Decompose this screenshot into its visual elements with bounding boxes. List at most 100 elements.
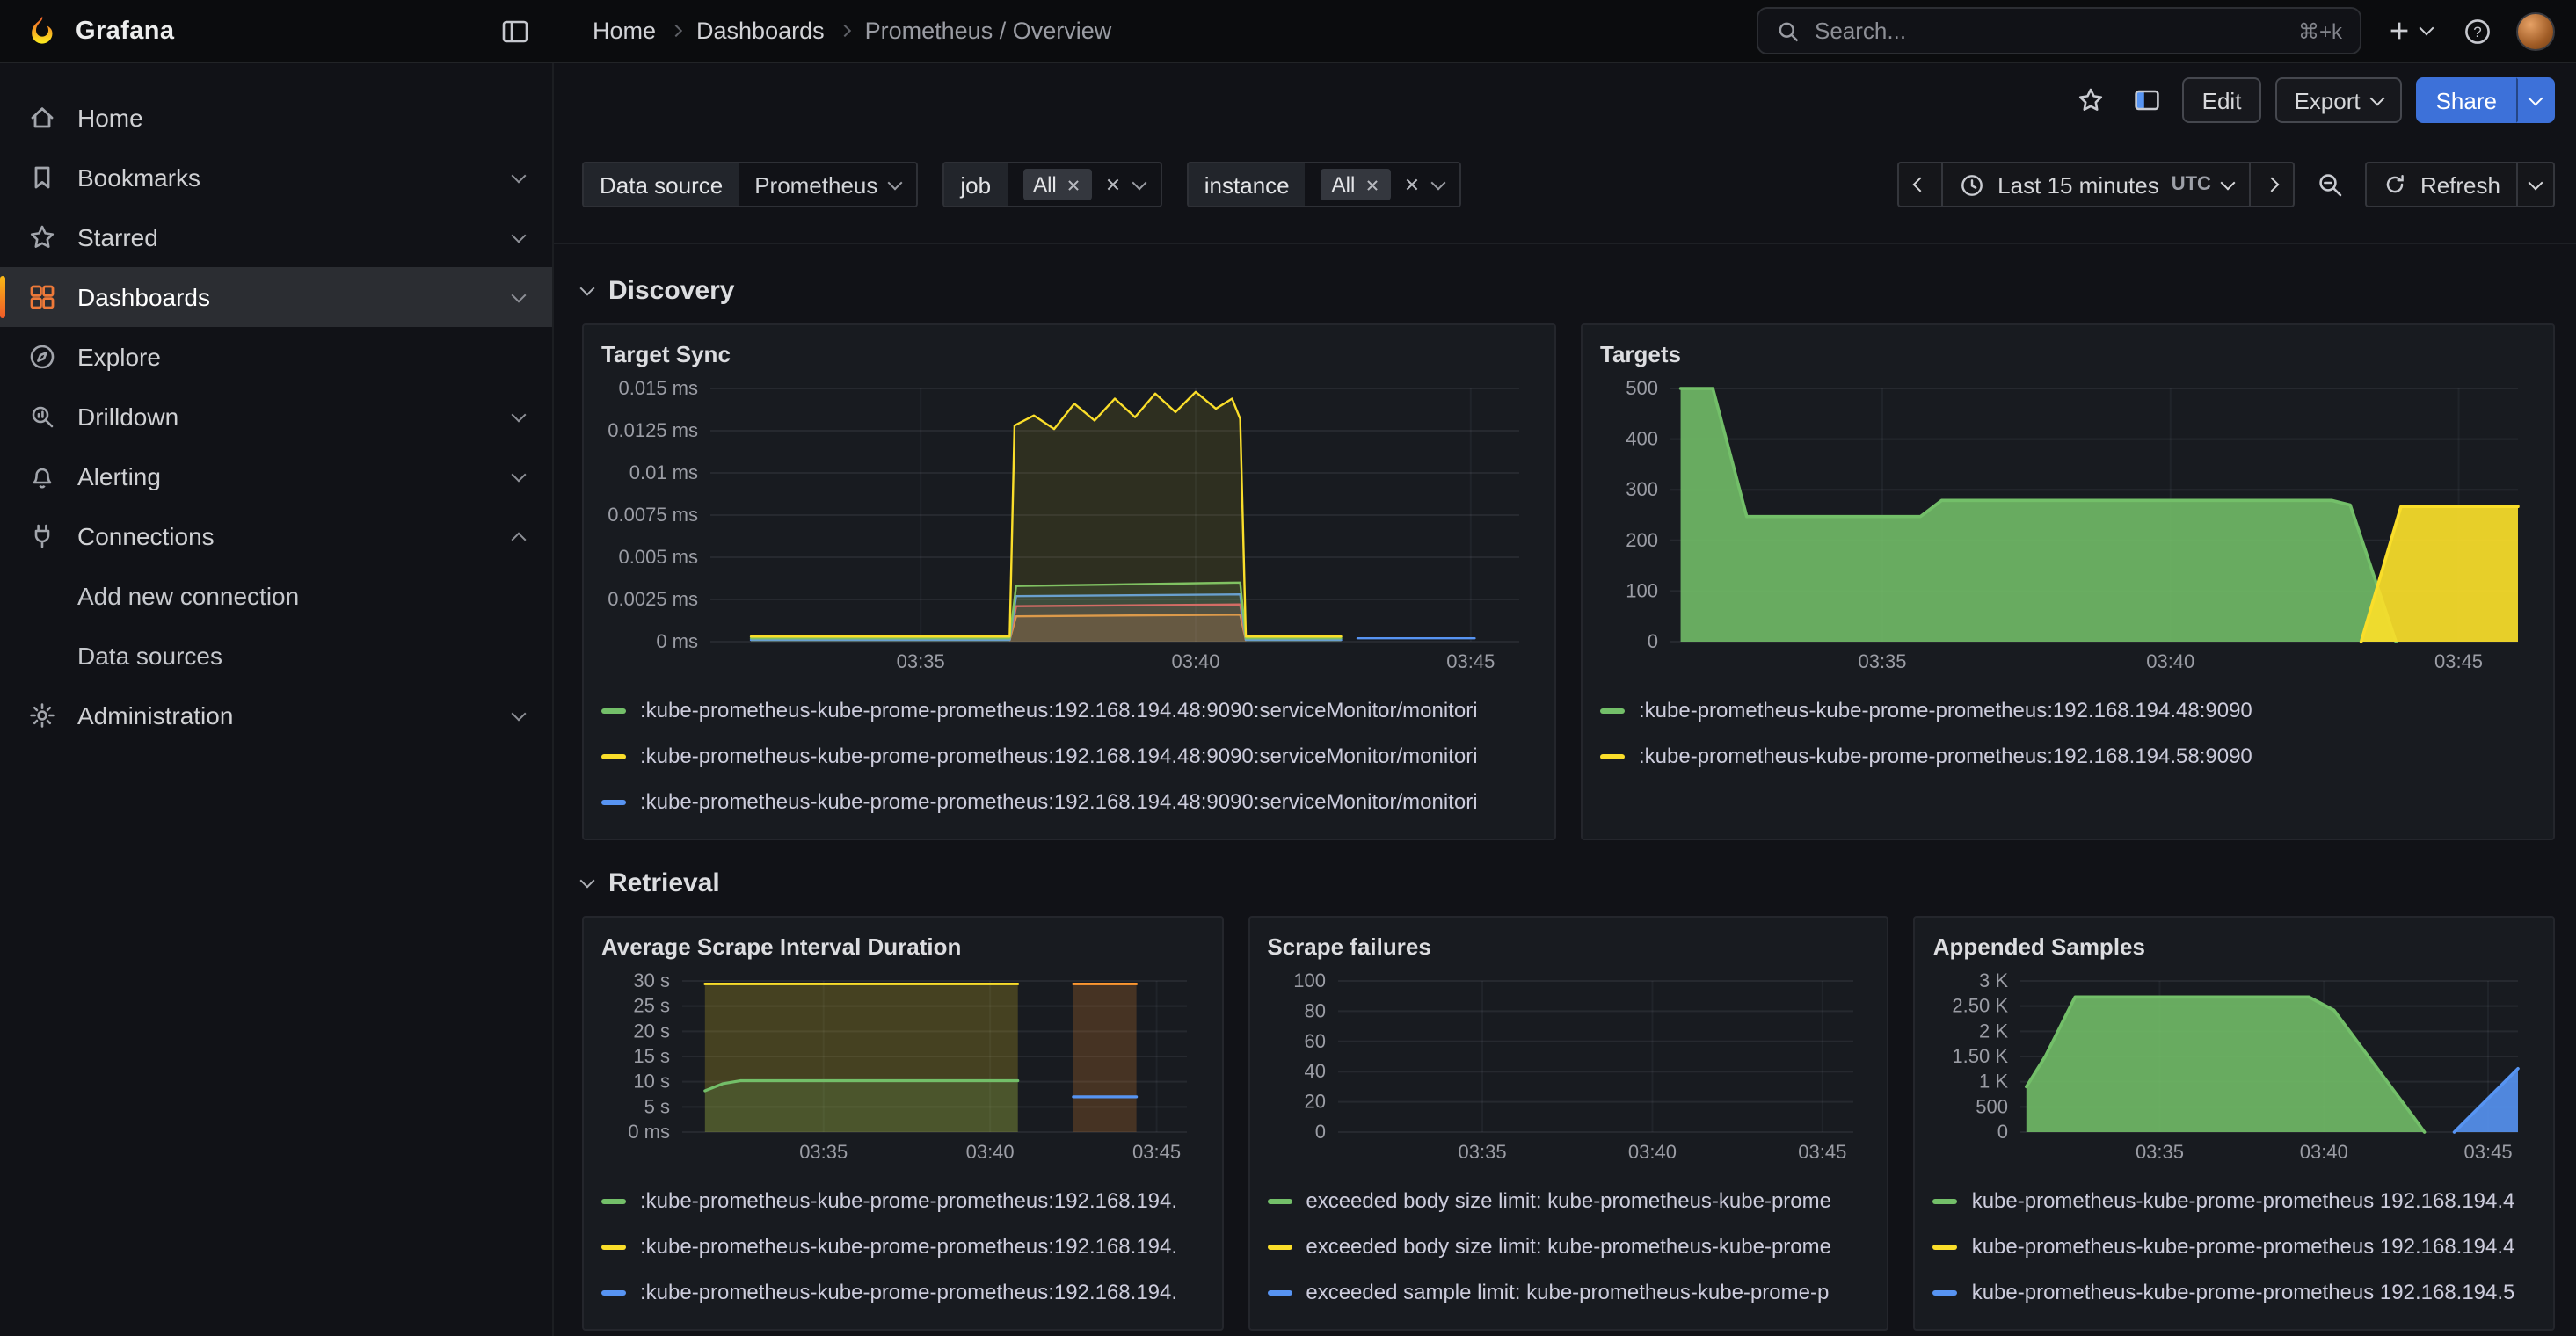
- time-back-button[interactable]: [1897, 162, 1943, 207]
- legend-item[interactable]: kube-prometheus-kube-prome-prometheus 19…: [1933, 1223, 2536, 1269]
- sidebar-item-add-new-connection[interactable]: Add new connection: [0, 566, 552, 626]
- chevron-down-icon[interactable]: [512, 228, 527, 243]
- time-series-chart[interactable]: 05001 K1.50 K2 K2.50 K3 K03:3503:4003:45: [1933, 970, 2536, 1167]
- search-bar[interactable]: ⌘+k: [1757, 7, 2361, 54]
- chevron-down-icon[interactable]: [512, 706, 527, 721]
- panel-title[interactable]: Target Sync: [601, 336, 1537, 374]
- legend-item[interactable]: :kube-prometheus-kube-prome-prometheus:1…: [601, 687, 1537, 733]
- edit-pane-toggle-button[interactable]: [2127, 79, 2169, 121]
- panel-targets: Targets 010020030040050003:3503:4003:45 …: [1581, 323, 2555, 840]
- svg-text:03:35: 03:35: [897, 650, 945, 672]
- chevron-down-icon[interactable]: [512, 168, 527, 183]
- breadcrumb-dashboards[interactable]: Dashboards: [696, 18, 825, 44]
- sidebar-item-alerting[interactable]: Alerting: [0, 447, 552, 506]
- time-series-chart[interactable]: 0 ms0.0025 ms0.005 ms0.0075 ms0.01 ms0.0…: [601, 378, 1537, 677]
- refresh-button-label: Refresh: [2420, 171, 2500, 198]
- search-input[interactable]: [1815, 18, 2284, 44]
- clear-selection-icon[interactable]: [1104, 176, 1122, 193]
- legend-item[interactable]: exceeded body size limit: kube-prometheu…: [1267, 1223, 1869, 1269]
- sidebar-item-bookmarks[interactable]: Bookmarks: [0, 148, 552, 207]
- panel-legend: :kube-prometheus-kube-prome-prometheus:1…: [1600, 687, 2536, 779]
- share-dropdown-button[interactable]: [2516, 77, 2555, 123]
- time-range-label: Last 15 minutes: [1997, 171, 2159, 198]
- star-dashboard-button[interactable]: [2070, 79, 2113, 121]
- sidebar-item-connections[interactable]: Connections: [0, 506, 552, 566]
- time-range-picker[interactable]: Last 15 minutes UTC: [1941, 162, 2252, 207]
- legend-item[interactable]: exceeded sample limit: kube-prometheus-k…: [1267, 1269, 1869, 1315]
- bell-icon: [28, 462, 56, 490]
- sidebar-item-drilldown[interactable]: Drilldown: [0, 387, 552, 447]
- help-button[interactable]: ?: [2456, 10, 2499, 52]
- panel-layout-icon: [2134, 86, 2162, 114]
- time-series-chart[interactable]: 0 ms5 s10 s15 s20 s25 s30 s03:3503:4003:…: [601, 970, 1204, 1167]
- datasource-value: Prometheus: [754, 171, 877, 198]
- refresh-interval-dropdown[interactable]: [2516, 162, 2555, 207]
- grafana-logo[interactable]: [25, 13, 60, 48]
- breadcrumb-home[interactable]: Home: [593, 18, 656, 44]
- svg-text:30 s: 30 s: [633, 970, 670, 991]
- chevron-down-icon[interactable]: [512, 287, 527, 302]
- sidebar-item-data-sources[interactable]: Data sources: [0, 626, 552, 686]
- legend-series-color: [1600, 753, 1625, 759]
- chevron-down-icon[interactable]: [1132, 175, 1146, 190]
- legend-item[interactable]: kube-prometheus-kube-prome-prometheus 19…: [1933, 1269, 2536, 1315]
- svg-text:2.50 K: 2.50 K: [1953, 995, 2009, 1017]
- drilldown-icon: [28, 403, 56, 431]
- selected-value-chip[interactable]: All: [1022, 169, 1092, 200]
- section-title: Retrieval: [608, 868, 720, 898]
- selected-value-chip[interactable]: All: [1321, 169, 1391, 200]
- datasource-variable: Data source Prometheus: [582, 162, 918, 207]
- legend-item[interactable]: :kube-prometheus-kube-prome-prometheus:1…: [1600, 733, 2536, 779]
- svg-text:0: 0: [1648, 630, 1658, 652]
- svg-text:3 K: 3 K: [1980, 970, 2009, 991]
- svg-text:03:40: 03:40: [1171, 650, 1219, 672]
- sidebar-item-dashboards[interactable]: Dashboards: [0, 267, 552, 327]
- legend-item[interactable]: :kube-prometheus-kube-prome-prometheus:1…: [601, 1178, 1204, 1223]
- time-series-chart[interactable]: 02040608010003:3503:4003:45: [1267, 970, 1869, 1167]
- time-forward-button[interactable]: [2250, 162, 2296, 207]
- chevron-down-icon[interactable]: [512, 407, 527, 422]
- new-button[interactable]: [2379, 11, 2439, 51]
- panel-title[interactable]: Average Scrape Interval Duration: [601, 928, 1204, 967]
- edit-button[interactable]: Edit: [2183, 77, 2261, 123]
- share-button[interactable]: Share: [2417, 77, 2516, 123]
- chevron-up-icon[interactable]: [512, 532, 527, 547]
- sidebar-toggle-button[interactable]: [494, 10, 536, 52]
- svg-text:03:45: 03:45: [2434, 650, 2483, 672]
- legend-item[interactable]: :kube-prometheus-kube-prome-prometheus:1…: [601, 1269, 1204, 1315]
- export-button[interactable]: Export: [2274, 77, 2402, 123]
- sidebar-item-explore[interactable]: Explore: [0, 327, 552, 387]
- variable-label: instance: [1189, 163, 1306, 206]
- section-retrieval[interactable]: Retrieval: [582, 868, 2555, 898]
- legend-item[interactable]: :kube-prometheus-kube-prome-prometheus:1…: [601, 733, 1537, 779]
- legend-item[interactable]: :kube-prometheus-kube-prome-prometheus:1…: [601, 779, 1537, 824]
- sidebar-item-home[interactable]: Home: [0, 88, 552, 148]
- instance-picker[interactable]: All: [1306, 163, 1459, 206]
- legend-item[interactable]: :kube-prometheus-kube-prome-prometheus:1…: [601, 1223, 1204, 1269]
- legend-series-label: :kube-prometheus-kube-prome-prometheus:1…: [640, 744, 1478, 768]
- sidebar-item-administration[interactable]: Administration: [0, 686, 552, 745]
- datasource-picker[interactable]: Prometheus: [739, 163, 916, 206]
- svg-text:15 s: 15 s: [633, 1045, 670, 1067]
- svg-text:0.015 ms: 0.015 ms: [619, 378, 699, 399]
- job-picker[interactable]: All: [1007, 163, 1161, 206]
- clear-selection-icon[interactable]: [1402, 176, 1420, 193]
- chevron-down-icon[interactable]: [1430, 175, 1445, 190]
- brand: Grafana: [0, 10, 554, 52]
- legend-item[interactable]: kube-prometheus-kube-prome-prometheus 19…: [1933, 1178, 2536, 1223]
- section-discovery[interactable]: Discovery: [582, 276, 2555, 306]
- user-avatar-button[interactable]: [2516, 11, 2555, 50]
- panel-title[interactable]: Scrape failures: [1267, 928, 1869, 967]
- zoom-out-button[interactable]: [2310, 163, 2352, 206]
- remove-value-icon[interactable]: [1364, 177, 1379, 192]
- panel-title[interactable]: Targets: [1600, 336, 2536, 374]
- legend-item[interactable]: exceeded body size limit: kube-prometheu…: [1267, 1178, 1869, 1223]
- legend-item[interactable]: :kube-prometheus-kube-prome-prometheus:1…: [1600, 687, 2536, 733]
- remove-value-icon[interactable]: [1066, 177, 1081, 192]
- panel-title[interactable]: Appended Samples: [1933, 928, 2536, 967]
- chevron-down-icon[interactable]: [512, 467, 527, 482]
- refresh-button[interactable]: Refresh: [2366, 162, 2518, 207]
- refresh-split-button: Refresh: [2366, 162, 2555, 207]
- time-series-chart[interactable]: 010020030040050003:3503:4003:45: [1600, 378, 2536, 677]
- sidebar-item-starred[interactable]: Starred: [0, 207, 552, 267]
